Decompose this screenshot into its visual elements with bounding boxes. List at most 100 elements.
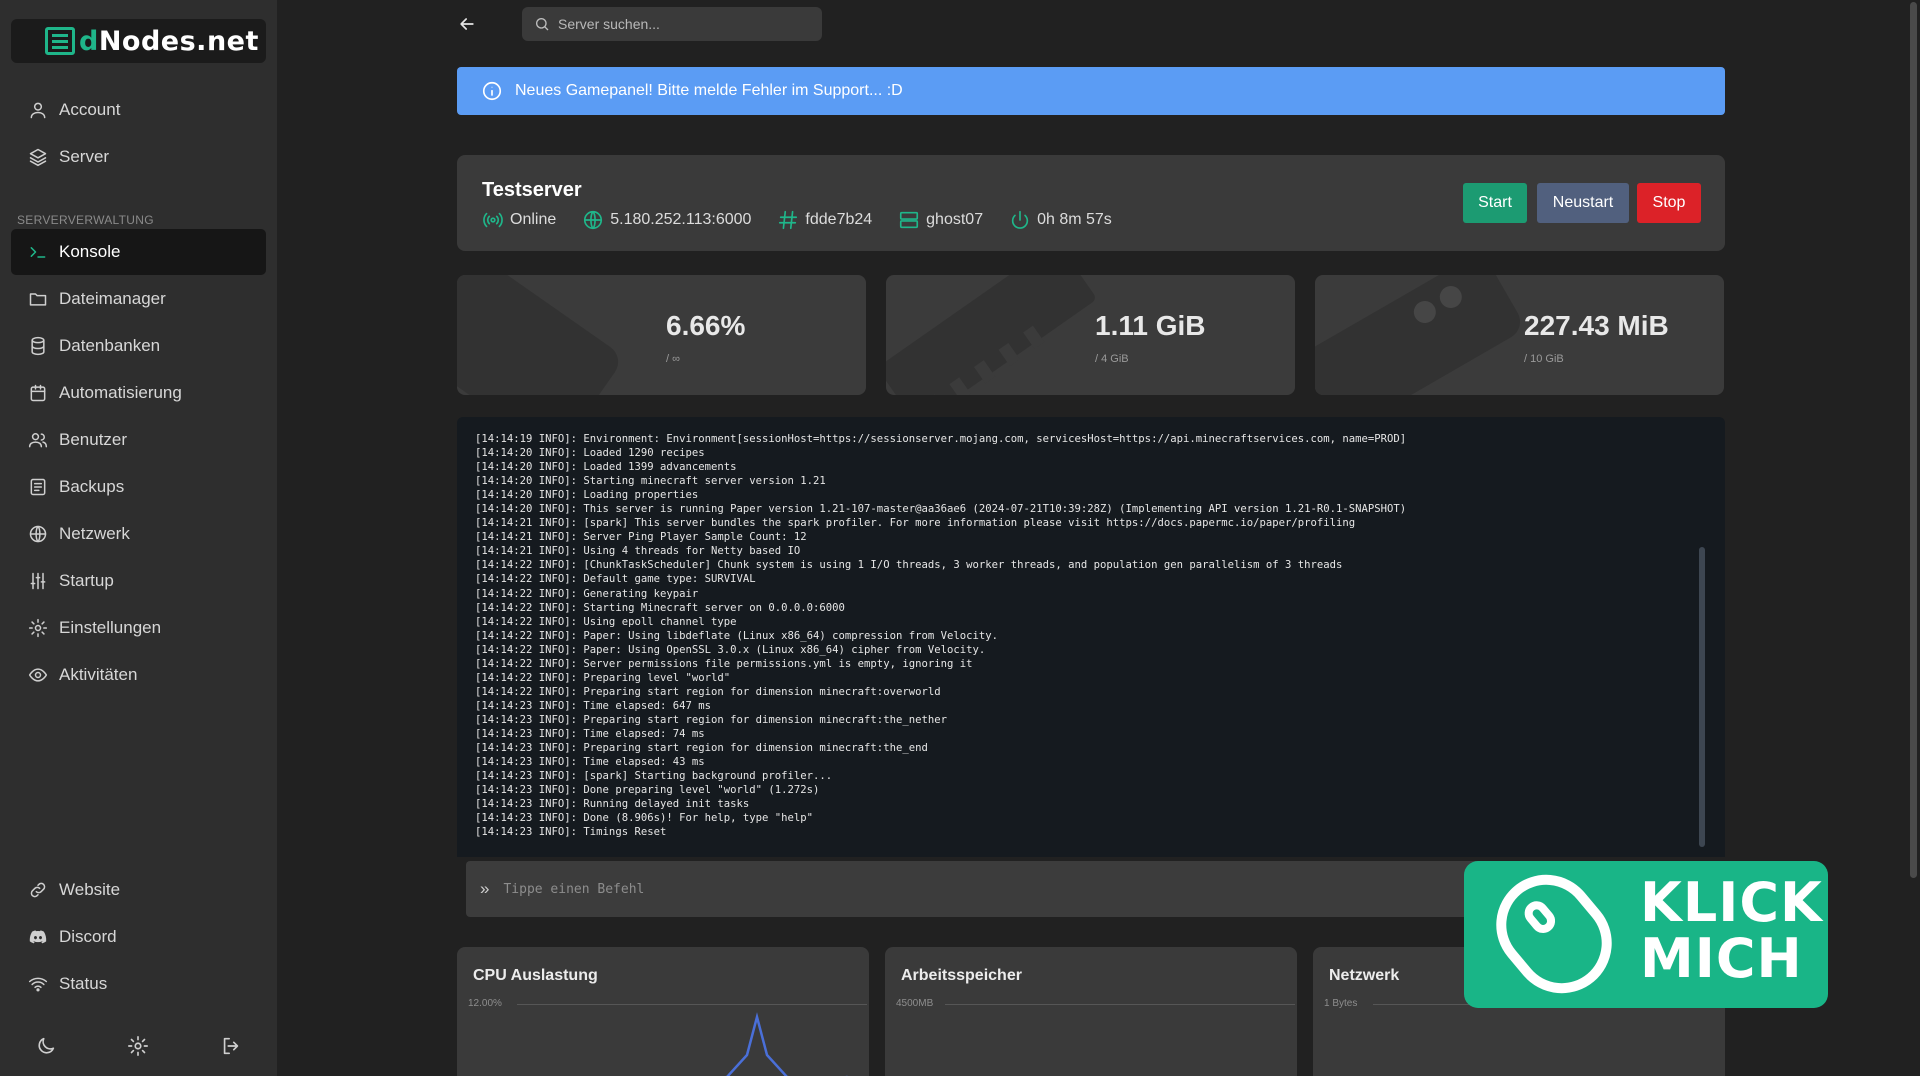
sidebar-item-einstellungen[interactable]: Einstellungen [11, 605, 266, 651]
console-line: [14:14:20 INFO]: Loaded 1290 recipes [475, 447, 705, 460]
sidebar-item-label: Konsole [59, 242, 121, 261]
console-line: [14:14:22 INFO]: Starting Minecraft serv… [475, 601, 845, 614]
sidebar-item-account[interactable]: Account [11, 87, 266, 133]
sidebar-item-label: Datenbanken [59, 336, 161, 355]
banner-text: Neues Gamepanel! Bitte melde Fehler im S… [515, 82, 903, 99]
graph-gridline [945, 1004, 1295, 1005]
calendar-icon [27, 382, 49, 404]
server-address: 5.180.252.113:6000 [582, 209, 751, 231]
console-line: [14:14:23 INFO]: Preparing start region … [475, 713, 947, 726]
klick-mich-promo[interactable]: KLICK MICH [1464, 861, 1828, 1008]
graph-title: Arbeitsspeicher [901, 967, 1022, 984]
graph-cpu: CPU Auslastung 12.00% [457, 947, 869, 1076]
memory-limit: / 4 GiB [1095, 353, 1129, 365]
server-status: Online [482, 209, 556, 231]
sidebar-item-website[interactable]: Website [11, 867, 266, 913]
section-label: SERVERVERWALTUNG [17, 213, 154, 227]
server-uptime: 0h 8m 57s [1009, 209, 1112, 231]
console-line: [14:14:19 INFO]: Environment: Environmen… [475, 433, 1407, 445]
sidebar-item-netzwerk[interactable]: Netzwerk [11, 511, 266, 557]
console-line: [14:14:23 INFO]: Preparing start region … [475, 742, 928, 755]
console-scrollbar[interactable] [1699, 547, 1705, 847]
sidebar-item-datenbanken[interactable]: Datenbanken [11, 323, 266, 369]
console-line: [14:14:22 INFO]: Paper: Using OpenSSL 3.… [475, 643, 986, 656]
discord-icon [27, 926, 49, 948]
sidebar-item-label: Server [59, 147, 110, 166]
sidebar-item-label: Netzwerk [59, 524, 130, 543]
console-line: [14:14:23 INFO]: Done (8.906s)! For help… [475, 812, 814, 825]
link-icon [27, 879, 49, 901]
brand-logo[interactable]: dNodes.net [11, 19, 266, 63]
console-line: [14:14:23 INFO]: Time elapsed: 43 ms [475, 756, 705, 769]
console-line: [14:14:23 INFO]: [spark] Starting backgr… [475, 770, 833, 783]
sidebar-item-label: Dateimanager [59, 289, 166, 308]
back-arrow-icon[interactable] [454, 11, 480, 37]
graph-scale: 1 Bytes [1324, 998, 1358, 1009]
sidebar-item-label: Einstellungen [59, 618, 162, 637]
console-line: [14:14:22 INFO]: Generating keypair [475, 587, 699, 600]
console-line: [14:14:20 INFO]: Starting minecraft serv… [475, 475, 826, 488]
memory-value: 1.11 GiB [1095, 310, 1206, 341]
search-input[interactable] [558, 16, 808, 32]
sidebar: dNodes.net Account Server SERVERVERWALTU… [0, 0, 277, 1076]
server-info: Online 5.180.252.113:6000 fdde7b24 ghost… [482, 209, 1138, 231]
console-line: [14:14:23 INFO]: Time elapsed: 647 ms [475, 699, 711, 712]
restart-button[interactable]: Neustart [1537, 183, 1629, 223]
sidebar-item-discord[interactable]: Discord [11, 914, 266, 960]
sidebar-item-label: Discord [59, 927, 117, 946]
console-line: [14:14:22 INFO]: Paper: Using libdeflate… [475, 629, 998, 642]
sidebar-item-label: Aktivitäten [59, 665, 138, 684]
layers-icon [27, 146, 49, 168]
console-line: [14:14:20 INFO]: Loaded 1399 advancement… [475, 461, 737, 474]
sidebar-item-startup[interactable]: Startup [11, 558, 266, 604]
console-lines: [14:14:19 INFO]: Environment: Environmen… [475, 432, 1406, 839]
settings-gear-icon[interactable] [118, 1026, 158, 1066]
console-line: [14:14:22 INFO]: Preparing start region … [475, 685, 941, 698]
logout-icon[interactable] [211, 1026, 251, 1066]
sidebar-item-status[interactable]: Status [11, 961, 266, 1007]
cpu-graph-line [725, 1012, 848, 1076]
graph-memory: Arbeitsspeicher 4500MB [885, 947, 1297, 1076]
sidebar-item-label: Status [59, 974, 108, 993]
promo-line1: KLICK [1640, 871, 1823, 934]
globe-icon [27, 523, 49, 545]
terminal-icon [27, 241, 49, 263]
server-rack-icon [45, 27, 75, 55]
graph-gridline [517, 1004, 867, 1005]
server-icon [900, 211, 919, 229]
broadcast-icon [483, 212, 503, 228]
sidebar-item-backups[interactable]: Backups [11, 464, 266, 510]
users-icon [27, 429, 49, 451]
sidebar-item-server[interactable]: Server [11, 134, 266, 180]
globe-icon [584, 210, 603, 230]
info-icon [482, 81, 502, 101]
sidebar-item-aktivitaeten[interactable]: Aktivitäten [11, 652, 266, 698]
command-input[interactable] [503, 881, 1404, 897]
sidebar-item-dateimanager[interactable]: Dateimanager [11, 276, 266, 322]
console-line: [14:14:21 INFO]: Using 4 threads for Net… [475, 545, 801, 558]
stop-button[interactable]: Stop [1637, 183, 1701, 223]
server-card: Testserver Online 5.180.252.113:6000 fdd… [457, 155, 1725, 251]
console-line: [14:14:23 INFO]: Timings Reset [475, 826, 667, 839]
sidebar-item-automatisierung[interactable]: Automatisierung [11, 370, 266, 416]
console-output[interactable]: [14:14:19 INFO]: Environment: Environmen… [457, 417, 1725, 857]
console-line: [14:14:21 INFO]: [spark] This server bun… [475, 517, 1356, 530]
sidebar-item-label: Account [59, 100, 121, 119]
moon-icon[interactable] [26, 1026, 66, 1066]
sidebar-item-konsole[interactable]: Konsole [11, 229, 266, 275]
console-line: [14:14:23 INFO]: Time elapsed: 74 ms [475, 727, 705, 740]
hash-icon [779, 210, 798, 230]
graph-title: Netzwerk [1329, 967, 1400, 984]
console-line: [14:14:23 INFO]: Running delayed init ta… [475, 798, 750, 811]
sidebar-item-label: Benutzer [59, 430, 128, 449]
start-button[interactable]: Start [1463, 183, 1527, 223]
page-scrollbar[interactable] [1910, 2, 1917, 878]
stat-memory: 1.11 GiB / 4 GiB [886, 275, 1295, 395]
server-name: Testserver [482, 179, 582, 201]
server-search[interactable] [522, 7, 822, 41]
stat-disk: 227.43 MiB / 10 GiB [1315, 275, 1724, 395]
console-line: [14:14:22 INFO]: Server permissions file… [475, 657, 973, 670]
archive-icon [27, 476, 49, 498]
sidebar-item-benutzer[interactable]: Benutzer [11, 417, 266, 463]
server-id: fdde7b24 [777, 209, 872, 231]
